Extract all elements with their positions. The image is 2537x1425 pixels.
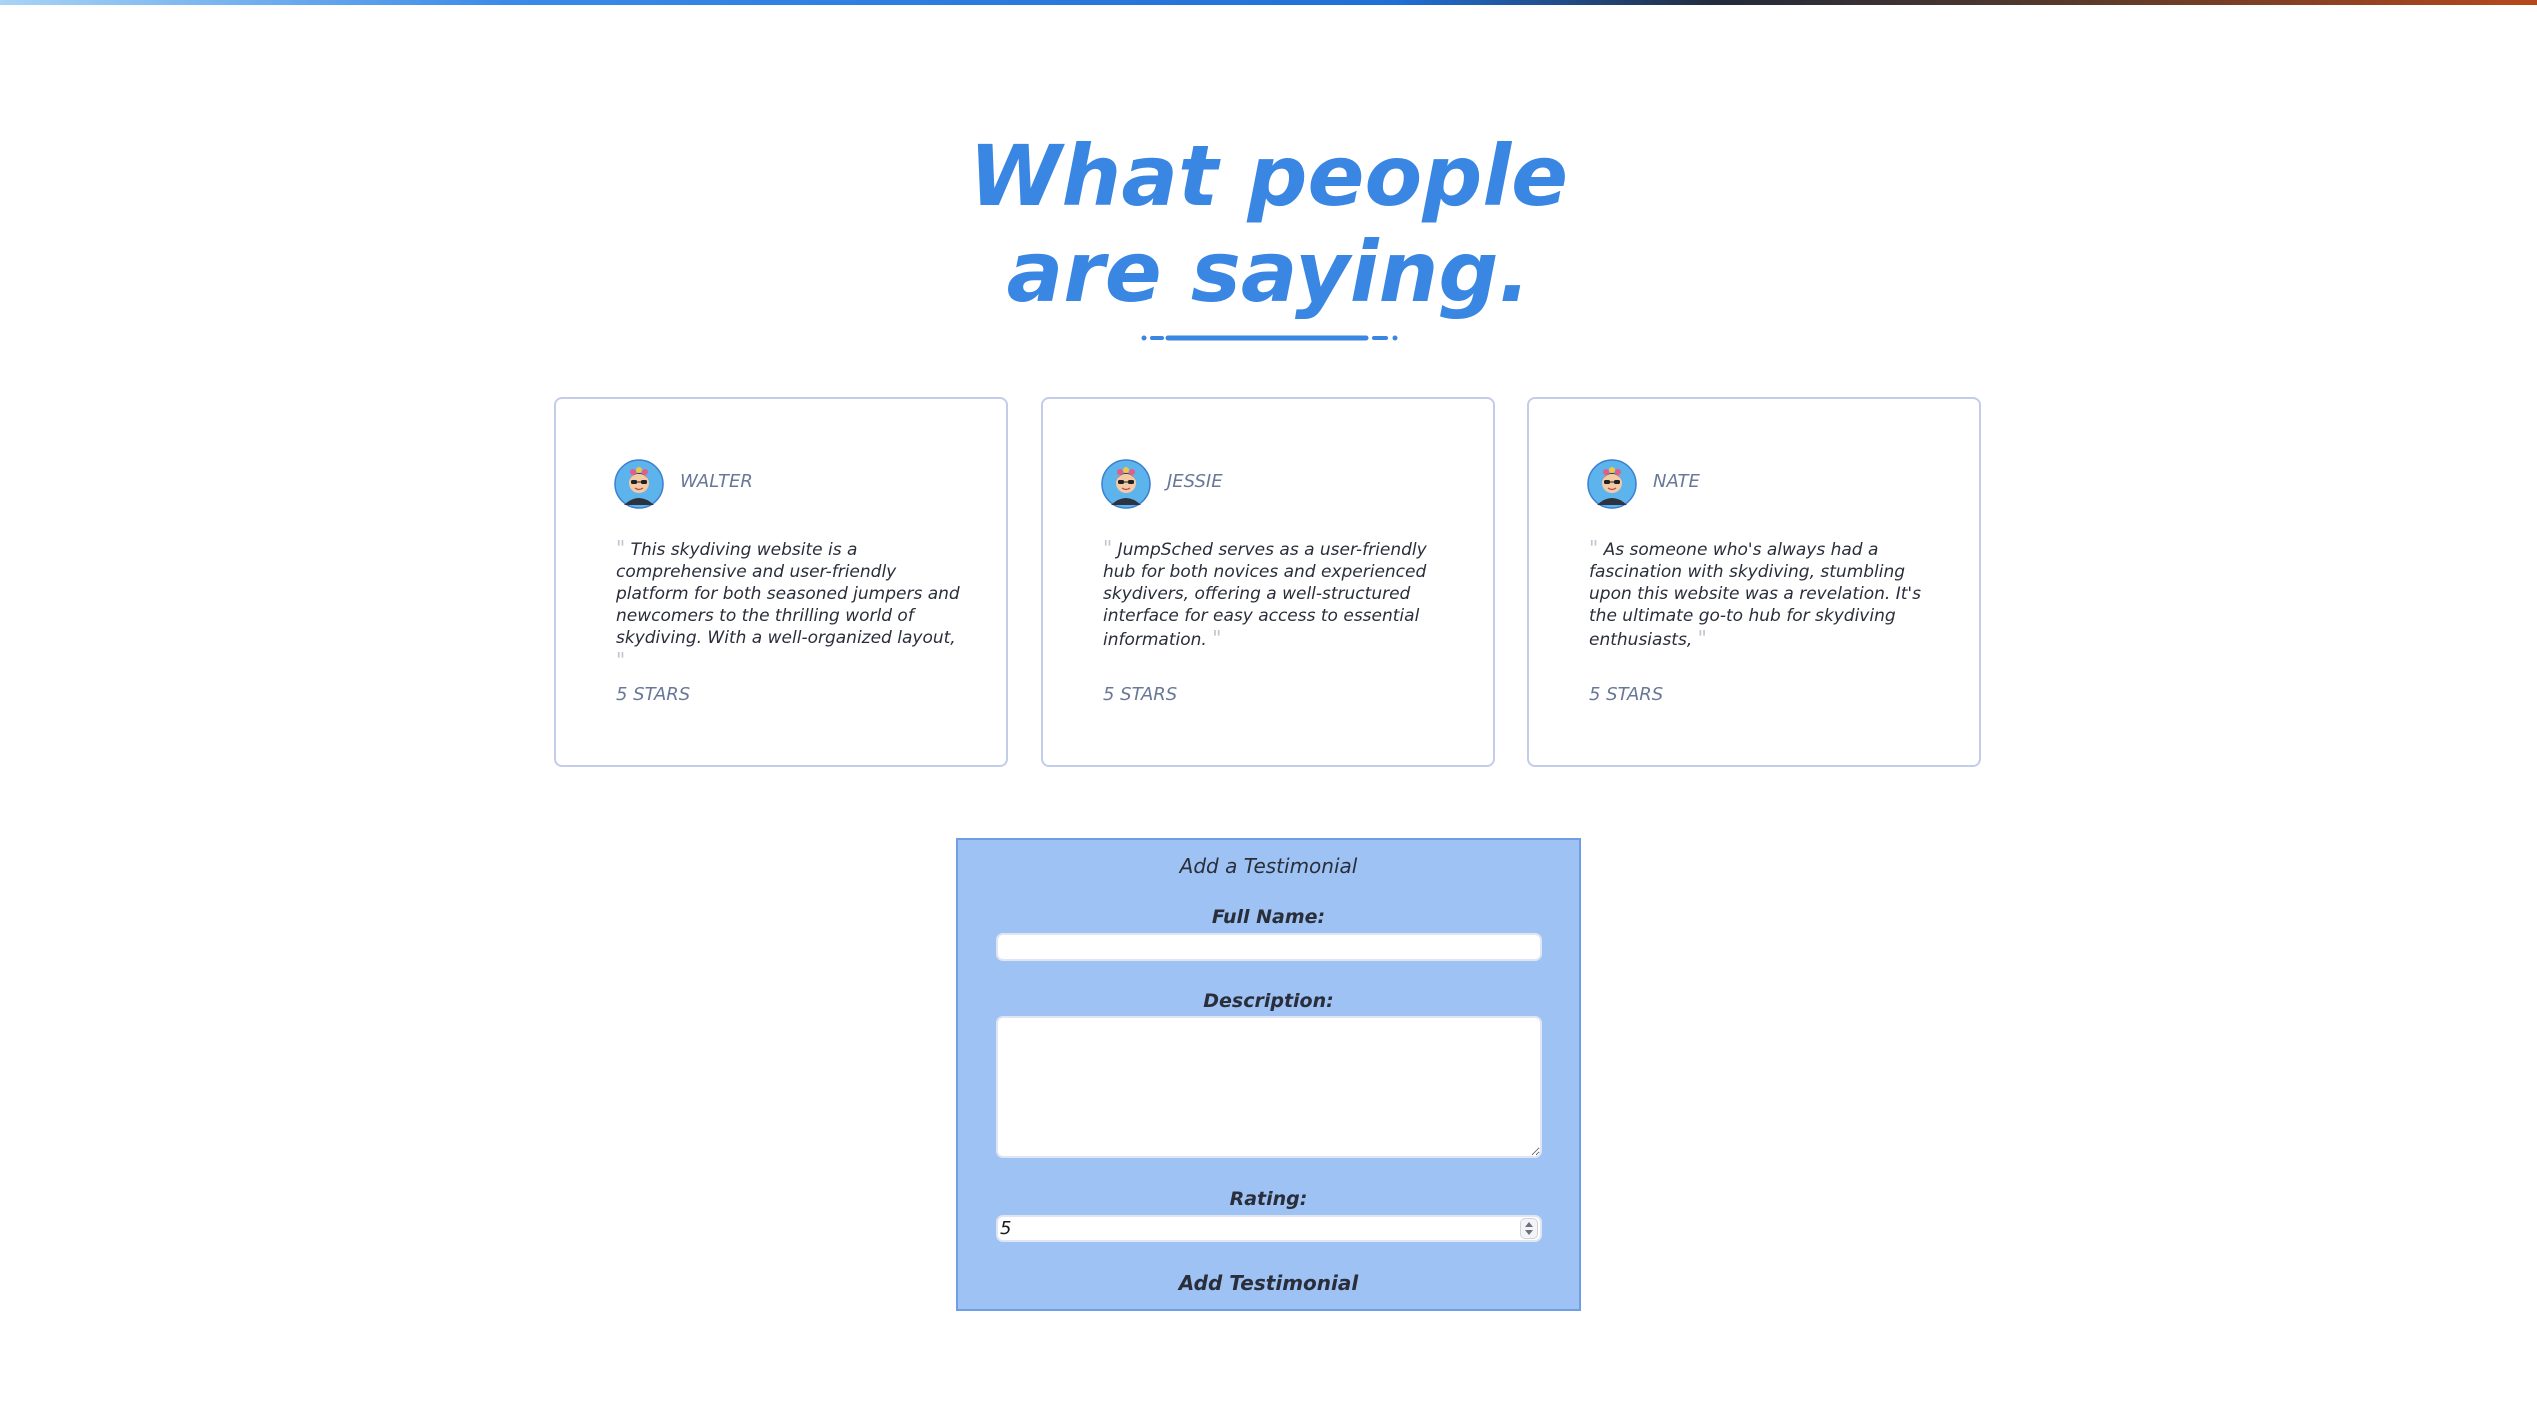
full-name-input[interactable] [996,933,1542,961]
quote-open-icon: " [1589,536,1599,560]
avatar-icon [1101,459,1151,509]
testimonial-quote: " As someone who's always had a fascinat… [1589,537,1934,651]
testimonial-text: As someone who's always had a fascinatio… [1589,540,1921,650]
add-testimonial-button[interactable]: Add Testimonial [958,1268,1579,1298]
description-textarea[interactable] [996,1016,1542,1158]
testimonial-author-name: WALTER [680,471,753,492]
rating-field [996,1215,1542,1242]
description-label: Description: [1203,990,1334,1012]
testimonial-author-name: NATE [1653,471,1700,492]
full-name-label: Full Name: [1211,906,1326,928]
top-header-strip [0,0,2537,5]
testimonial-text: This skydiving website is a comprehensiv… [616,540,960,648]
avatar-icon [1587,459,1637,509]
form-title: Add a Testimonial [1179,854,1358,878]
add-testimonial-form: Add a Testimonial Full Name: Description… [956,838,1581,1311]
testimonial-card: JESSIE " JumpSched serves as a user-frie… [1041,397,1495,767]
testimonial-card: NATE " As someone who's always had a fas… [1527,397,1981,767]
quote-close-icon: " [1212,626,1222,650]
chevron-up-icon[interactable] [1525,1222,1533,1227]
testimonial-author-name: JESSIE [1167,471,1223,492]
heading-underline-decoration [1141,335,1398,341]
quote-open-icon: " [1103,536,1113,560]
quote-close-icon: " [1697,626,1707,650]
testimonial-rating: 5 STARS [1103,684,1178,705]
rating-stepper[interactable] [1520,1218,1538,1239]
quote-close-icon: " [616,648,626,672]
heading-line-1: What people [968,127,1569,225]
section-heading: What people are saying. [0,128,2537,320]
avatar-icon [614,459,664,509]
testimonial-quote: " JumpSched serves as a user-friendly hu… [1103,537,1448,651]
testimonial-card: WALTER " This skydiving website is a com… [554,397,1008,767]
rating-input[interactable] [998,1217,1500,1240]
heading-line-2: are saying. [1006,223,1531,321]
testimonial-rating: 5 STARS [616,684,691,705]
quote-open-icon: " [616,536,626,560]
testimonial-quote: " This skydiving website is a comprehens… [616,537,961,673]
chevron-down-icon[interactable] [1525,1230,1533,1235]
rating-label: Rating: [1229,1188,1308,1210]
testimonial-rating: 5 STARS [1589,684,1664,705]
testimonial-text: JumpSched serves as a user-friendly hub … [1103,540,1427,650]
